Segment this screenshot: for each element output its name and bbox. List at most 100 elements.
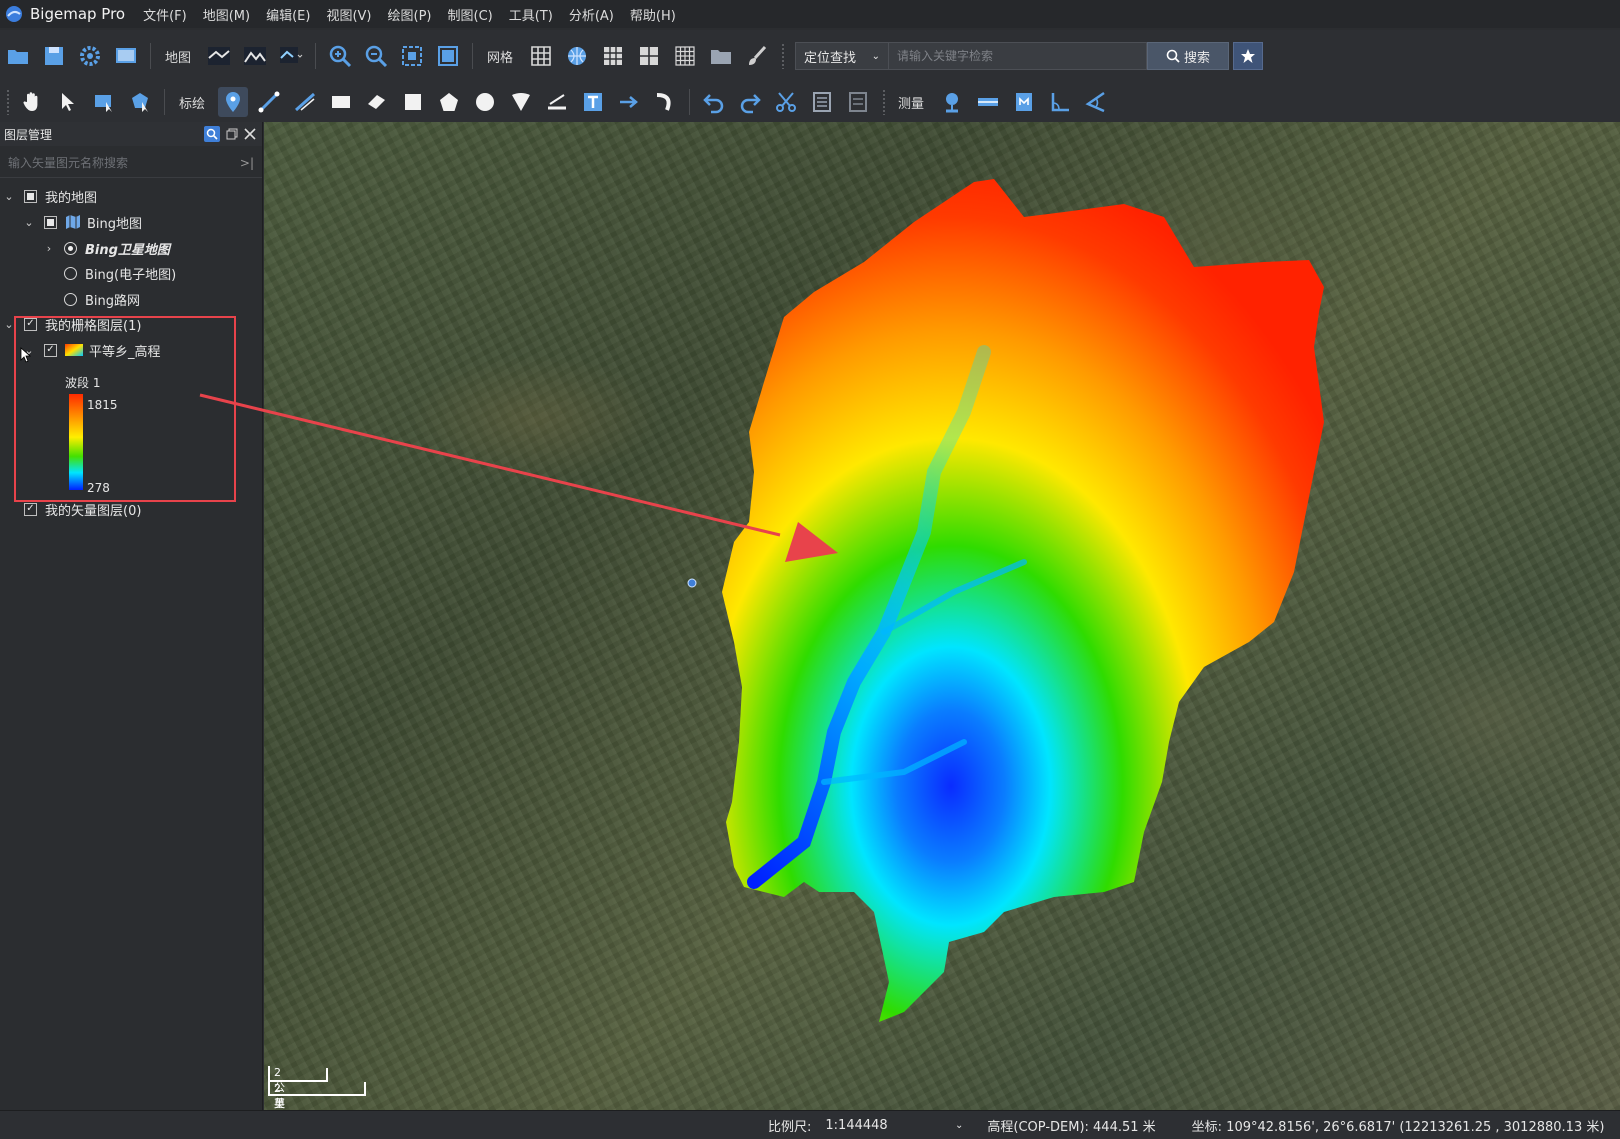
scale-label: 比例尺: [768,1119,812,1135]
measure-line-icon[interactable] [542,87,572,117]
elevation-readout: 高程(COP-DEM): 444.51 米 [987,1119,1156,1135]
close-icon[interactable] [244,128,256,140]
rectangle-icon[interactable] [326,87,356,117]
checkbox-vector-group[interactable] [24,502,37,516]
sector-icon[interactable] [506,87,536,117]
undo-icon[interactable] [699,87,729,117]
text-label-icon[interactable] [578,87,608,117]
menu-analysis[interactable]: 分析(A) [569,5,614,24]
star-icon [1241,49,1256,63]
polygon-select-icon[interactable] [125,87,155,117]
menu-view[interactable]: 视图(V) [326,5,371,24]
tree-row-bing-map[interactable]: ⌄ Bing地图 [22,211,142,233]
menu-tools[interactable]: 工具(T) [509,5,553,24]
tree-row-my-map[interactable]: ⌄ 我的地图 [2,185,97,207]
locate-select[interactable]: 定位查找 ⌄ [795,42,890,70]
pentagon-icon[interactable] [434,87,464,117]
square-icon[interactable] [398,87,428,117]
save-icon[interactable] [39,41,69,71]
radio-bing-electronic[interactable] [64,266,77,280]
collapse-panel-icon[interactable]: >| [240,156,254,170]
menu-cartography[interactable]: 制图(C) [448,5,493,24]
brush-icon[interactable] [742,41,772,71]
tree-label-bing-electronic: Bing(电子地图) [85,267,177,283]
freehand-line-icon[interactable] [290,87,320,117]
grid-icon[interactable] [526,41,556,71]
cut-scissors-icon[interactable] [771,87,801,117]
folder-icon[interactable] [706,41,736,71]
circle-icon[interactable] [470,87,500,117]
sheet-grid-icon[interactable] [634,41,664,71]
globe-grid-icon[interactable] [562,41,592,71]
terrain-map-icon[interactable] [240,41,270,71]
status-bar: 比例尺: 1:144448 ⌄ 高程(COP-DEM): 444.51 米 坐标… [0,1110,1620,1139]
chevron-right-icon[interactable]: › [42,242,56,255]
tree-row-bing-road[interactable]: Bing路网 [56,288,140,310]
full-extent-icon[interactable] [433,41,463,71]
search-button-label: 搜索 [1184,50,1211,66]
radio-bing-road[interactable] [64,292,77,306]
chevron-down-icon[interactable]: ⌄ [2,190,16,203]
draw-toolbar: 标绘 测量 [0,82,1620,122]
checkbox-my-map[interactable] [24,189,37,203]
screen-icon[interactable] [111,41,141,71]
elevation-raster-region [722,179,1324,1022]
tree-row-bing-satellite[interactable]: › Bing卫星地图 [42,237,170,259]
checkbox-bing-map[interactable] [44,215,57,229]
tree-label-bing-satellite: Bing卫星地图 [85,242,170,258]
azimuth-measure-icon[interactable] [1081,87,1111,117]
separator [472,43,474,69]
measure-label: 测量 [898,96,925,112]
layer-panel-title: 图层管理 [4,127,53,142]
zoom-out-icon[interactable] [361,41,391,71]
menu-edit[interactable]: 编辑(E) [266,5,310,24]
placemark-icon[interactable] [218,87,249,117]
layer-search-input[interactable] [8,155,228,170]
menu-map[interactable]: 地图(M) [203,5,250,24]
menu-draw[interactable]: 绘图(P) [388,5,432,24]
search-input[interactable] [889,42,1148,70]
pan-hand-icon[interactable] [17,87,47,117]
menu-file[interactable]: 文件(F) [143,5,187,24]
radio-bing-satellite[interactable] [64,241,77,255]
utm-grid-icon[interactable] [598,41,628,71]
map-label: 地图 [165,50,192,66]
redo-icon[interactable] [735,87,765,117]
tree-label-my-map: 我的地图 [45,190,98,206]
custom-grid-icon[interactable] [670,41,700,71]
annotation-highlight-box [14,316,236,502]
angle-measure-icon[interactable] [1045,87,1075,117]
attribute-table-icon[interactable] [807,87,837,117]
map-source-dropdown-icon[interactable] [276,41,306,71]
separator [150,43,151,69]
location-marker[interactable] [687,578,697,588]
map-canvas[interactable] [264,122,1620,1110]
list-icon[interactable] [843,87,873,117]
select-arrow-icon[interactable] [53,87,83,117]
chevron-down-icon: ⌄ [871,50,881,62]
open-folder-icon[interactable] [3,41,33,71]
layer-search-bar: >| [0,148,262,178]
rect-select-icon[interactable] [89,87,119,117]
scale-select[interactable]: 1:144448 ⌄ [819,1114,970,1136]
zoom-extent-icon[interactable] [397,41,427,71]
satellite-map-icon[interactable] [204,41,234,71]
favorite-button[interactable] [1233,42,1264,70]
tree-row-bing-electronic[interactable]: Bing(电子地图) [56,262,176,284]
search-icon[interactable] [204,126,220,142]
area-measure-icon[interactable] [1009,87,1039,117]
chevron-down-icon[interactable]: ⌄ [22,216,36,229]
arrow-icon[interactable] [614,87,644,117]
settings-gear-icon[interactable] [75,41,105,71]
menu-bar: Bigemap Pro 文件(F) 地图(M) 编辑(E) 视图(V) 绘图(P… [0,0,1620,28]
restore-window-icon[interactable] [226,128,238,140]
curve-arrow-icon[interactable] [650,87,680,117]
search-button[interactable]: 搜索 [1147,42,1230,70]
point-measure-icon[interactable] [937,87,967,117]
locate-select-value: 定位查找 [804,50,857,66]
menu-help[interactable]: 帮助(H) [630,5,676,24]
zoom-in-icon[interactable] [325,41,355,71]
line-icon[interactable] [254,87,284,117]
distance-measure-icon[interactable] [973,87,1003,117]
eraser-icon[interactable] [362,87,392,117]
